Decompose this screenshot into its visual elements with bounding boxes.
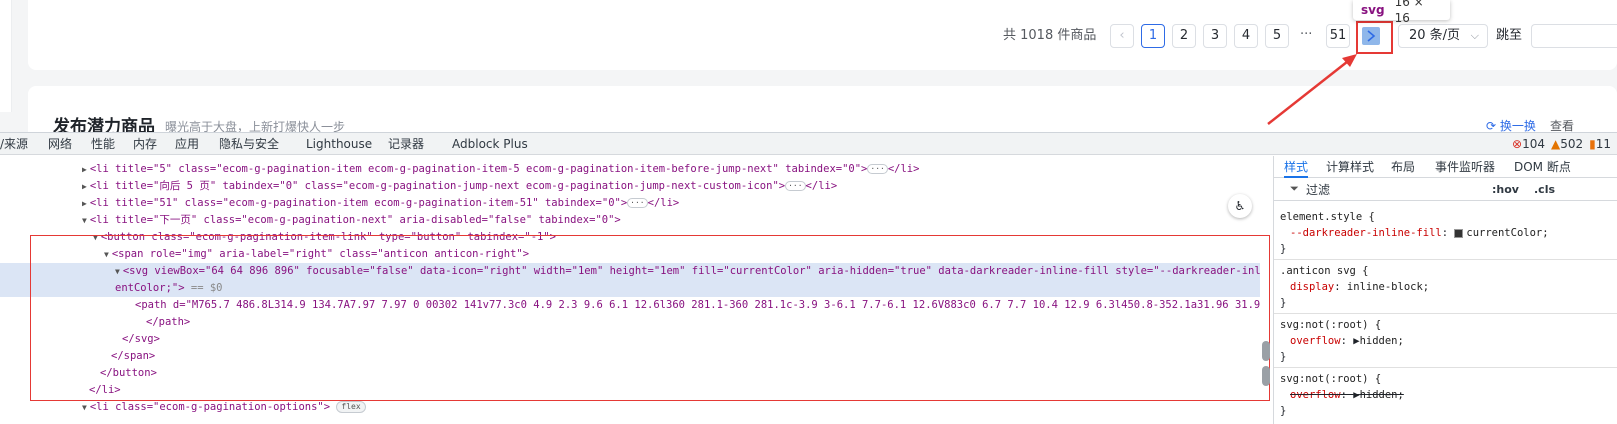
- tab-layout[interactable]: 布局: [1391, 156, 1415, 178]
- info-count: ▮11: [1589, 137, 1611, 151]
- refresh-label: 换一换: [1499, 119, 1536, 133]
- styles-pane: 样式 计算样式 布局 事件监听器 DOM 断点 ⏷ 过滤 :hov .cls e…: [1273, 156, 1617, 424]
- collapse-triangle-icon[interactable]: ▼: [104, 250, 109, 259]
- devtools-panel: /来源 网络 性能 内存 应用 隐私与安全 Lighthouse 记录器 Adb…: [0, 132, 1617, 424]
- color-swatch[interactable]: [1454, 228, 1464, 238]
- page-button-5[interactable]: 5: [1265, 24, 1289, 48]
- accessibility-icon[interactable]: ♿: [1228, 194, 1252, 218]
- error-icon: ⊗: [1512, 137, 1523, 151]
- tab-recorder[interactable]: 记录器: [388, 133, 424, 155]
- page-button-51[interactable]: 51: [1326, 24, 1350, 48]
- info-icon: ▮: [1589, 137, 1596, 151]
- page-size-select[interactable]: 20 条/页 ⌵: [1398, 24, 1488, 48]
- tab-computed[interactable]: 计算样式: [1326, 156, 1374, 178]
- collapse-triangle-icon[interactable]: ▼: [82, 216, 87, 225]
- jump-next-ellipsis[interactable]: ···: [1300, 24, 1312, 46]
- refresh-icon: ⟳: [1486, 119, 1500, 133]
- inspect-tooltip: svg 16 × 16: [1353, 0, 1450, 25]
- styles-filter-bar: ⏷ 过滤 :hov .cls: [1274, 179, 1617, 201]
- dom-node-li-options[interactable]: ▼ <li class="ecom-g-pagination-options"> …: [0, 399, 1260, 416]
- tab-dom-breakpoints[interactable]: DOM 断点: [1514, 156, 1571, 178]
- tab-styles[interactable]: 样式: [1284, 156, 1309, 178]
- page-size-value: 20 条/页: [1409, 28, 1461, 43]
- elements-tree[interactable]: ▶ <li title="5" class="ecom-g-pagination-…: [0, 156, 1272, 424]
- collapse-triangle-icon[interactable]: ▼: [82, 403, 87, 412]
- style-rule-svg-not-root[interactable]: svg:not(:root) { overflow: ▶hidden; }: [1280, 317, 1616, 365]
- dom-node-li-close[interactable]: </li>: [0, 382, 1260, 399]
- left-sidebar-edge: [0, 0, 12, 112]
- page-button-3[interactable]: 3: [1203, 24, 1227, 48]
- expand-triangle-icon[interactable]: ▶: [82, 199, 87, 208]
- filter-icon: ⏷: [1290, 182, 1299, 195]
- error-count: ⊗104: [1512, 137, 1545, 151]
- tab-lighthouse[interactable]: Lighthouse: [306, 133, 372, 155]
- tab-privacy-security[interactable]: 隐私与安全: [219, 133, 279, 155]
- dom-node-li-51[interactable]: ▶ <li title="51" class="ecom-g-pagination…: [0, 195, 1260, 212]
- dom-node-path[interactable]: <path d="M765.7 486.8L314.9 134.7A7.97 7…: [0, 297, 1260, 314]
- page-button-2[interactable]: 2: [1172, 24, 1196, 48]
- tab-performance[interactable]: 性能: [91, 133, 115, 155]
- chevron-left-icon: ‹: [1119, 28, 1125, 43]
- collapse-triangle-icon[interactable]: ▼: [115, 267, 120, 276]
- filter-input[interactable]: 过滤: [1306, 179, 1330, 201]
- tab-adblock-plus[interactable]: Adblock Plus: [452, 133, 528, 155]
- dom-node-span-anticon[interactable]: ▼ <span role="img" aria-label="right" cla…: [0, 246, 1260, 263]
- dom-node-li-jump-next[interactable]: ▶ <li title="向后 5 页" tabindex="0" class="…: [0, 178, 1260, 195]
- hov-toggle[interactable]: :hov: [1492, 179, 1519, 201]
- page-button-1[interactable]: 1: [1141, 24, 1165, 48]
- warning-count: ▲502: [1550, 137, 1584, 151]
- selected-node-marker: == $0: [190, 282, 223, 294]
- warning-icon: ▲: [1550, 137, 1561, 151]
- dom-node-li-next[interactable]: ▼ <li title="下一页" class="ecom-g-paginatio…: [0, 212, 1260, 229]
- dom-node-button-close[interactable]: </button>: [0, 365, 1260, 382]
- dom-node-span-close[interactable]: </span>: [0, 348, 1260, 365]
- rule-divider: [1274, 367, 1617, 368]
- dom-node-svg-selected-cont[interactable]: entColor;"> == $0: [0, 280, 1260, 297]
- issue-counts[interactable]: ⊗104 ▲502 ▮11: [1512, 133, 1611, 155]
- dom-node-path-close[interactable]: </path>: [0, 314, 1260, 331]
- dom-node-svg-close[interactable]: </svg>: [0, 331, 1260, 348]
- jump-input[interactable]: [1531, 24, 1617, 48]
- collapsed-ellipsis[interactable]: ···: [867, 164, 888, 174]
- tooltip-size: 16 × 16: [1394, 0, 1424, 25]
- dom-node-svg-selected[interactable]: ▼ <svg viewBox="64 64 896 896" focusable=…: [0, 263, 1260, 280]
- prev-page-button[interactable]: ‹: [1110, 24, 1134, 48]
- collapsed-ellipsis[interactable]: ···: [785, 181, 806, 191]
- flex-badge[interactable]: flex: [336, 401, 366, 413]
- chevron-down-icon: ⌵: [1470, 29, 1479, 42]
- scrollbar-handle-2[interactable]: [1262, 366, 1270, 386]
- pagination-total: 共 1018 件商品: [1003, 28, 1097, 43]
- rule-divider: [1274, 259, 1617, 260]
- style-rule-element[interactable]: element.style { --darkreader-inline-fill…: [1280, 209, 1616, 257]
- style-rule-svg-not-root-overridden[interactable]: svg:not(:root) { overflow: ▶hidden; }: [1280, 371, 1616, 419]
- expand-triangle-icon[interactable]: ▶: [82, 165, 87, 174]
- scrollbar-handle[interactable]: [1262, 341, 1270, 361]
- devtools-tabbar: /来源 网络 性能 内存 应用 隐私与安全 Lighthouse 记录器 Adb…: [0, 133, 1617, 155]
- tab-sources[interactable]: /来源: [0, 133, 28, 155]
- cls-toggle[interactable]: .cls: [1534, 179, 1555, 201]
- expand-triangle-icon[interactable]: ▶: [82, 182, 87, 191]
- tooltip-tag: svg: [1361, 3, 1385, 17]
- page-button-4[interactable]: 4: [1234, 24, 1258, 48]
- collapse-triangle-icon[interactable]: ▼: [93, 233, 98, 242]
- tab-memory[interactable]: 内存: [133, 133, 157, 155]
- dom-node-button[interactable]: ▼ <button class="ecom-g-pagination-item-l…: [0, 229, 1260, 246]
- tab-event-listeners[interactable]: 事件监听器: [1435, 156, 1495, 178]
- tab-network[interactable]: 网络: [48, 133, 72, 155]
- styles-tabbar: 样式 计算样式 布局 事件监听器 DOM 断点: [1274, 156, 1617, 178]
- rule-divider: [1274, 313, 1617, 314]
- style-rule-anticon-svg[interactable]: .anticon svg { display: inline-block; }: [1280, 263, 1616, 311]
- collapsed-ellipsis[interactable]: ···: [627, 198, 648, 208]
- tab-application[interactable]: 应用: [175, 133, 199, 155]
- dom-node-li-5[interactable]: ▶ <li title="5" class="ecom-g-pagination-…: [0, 161, 1260, 178]
- next-button-highlight-box: [1356, 21, 1393, 54]
- jump-label: 跳至: [1496, 28, 1523, 43]
- page-area: 共 1018 件商品 ‹ 1 2 3 4 5 ··· 51 20 条/页 ⌵ 跳…: [0, 0, 1617, 137]
